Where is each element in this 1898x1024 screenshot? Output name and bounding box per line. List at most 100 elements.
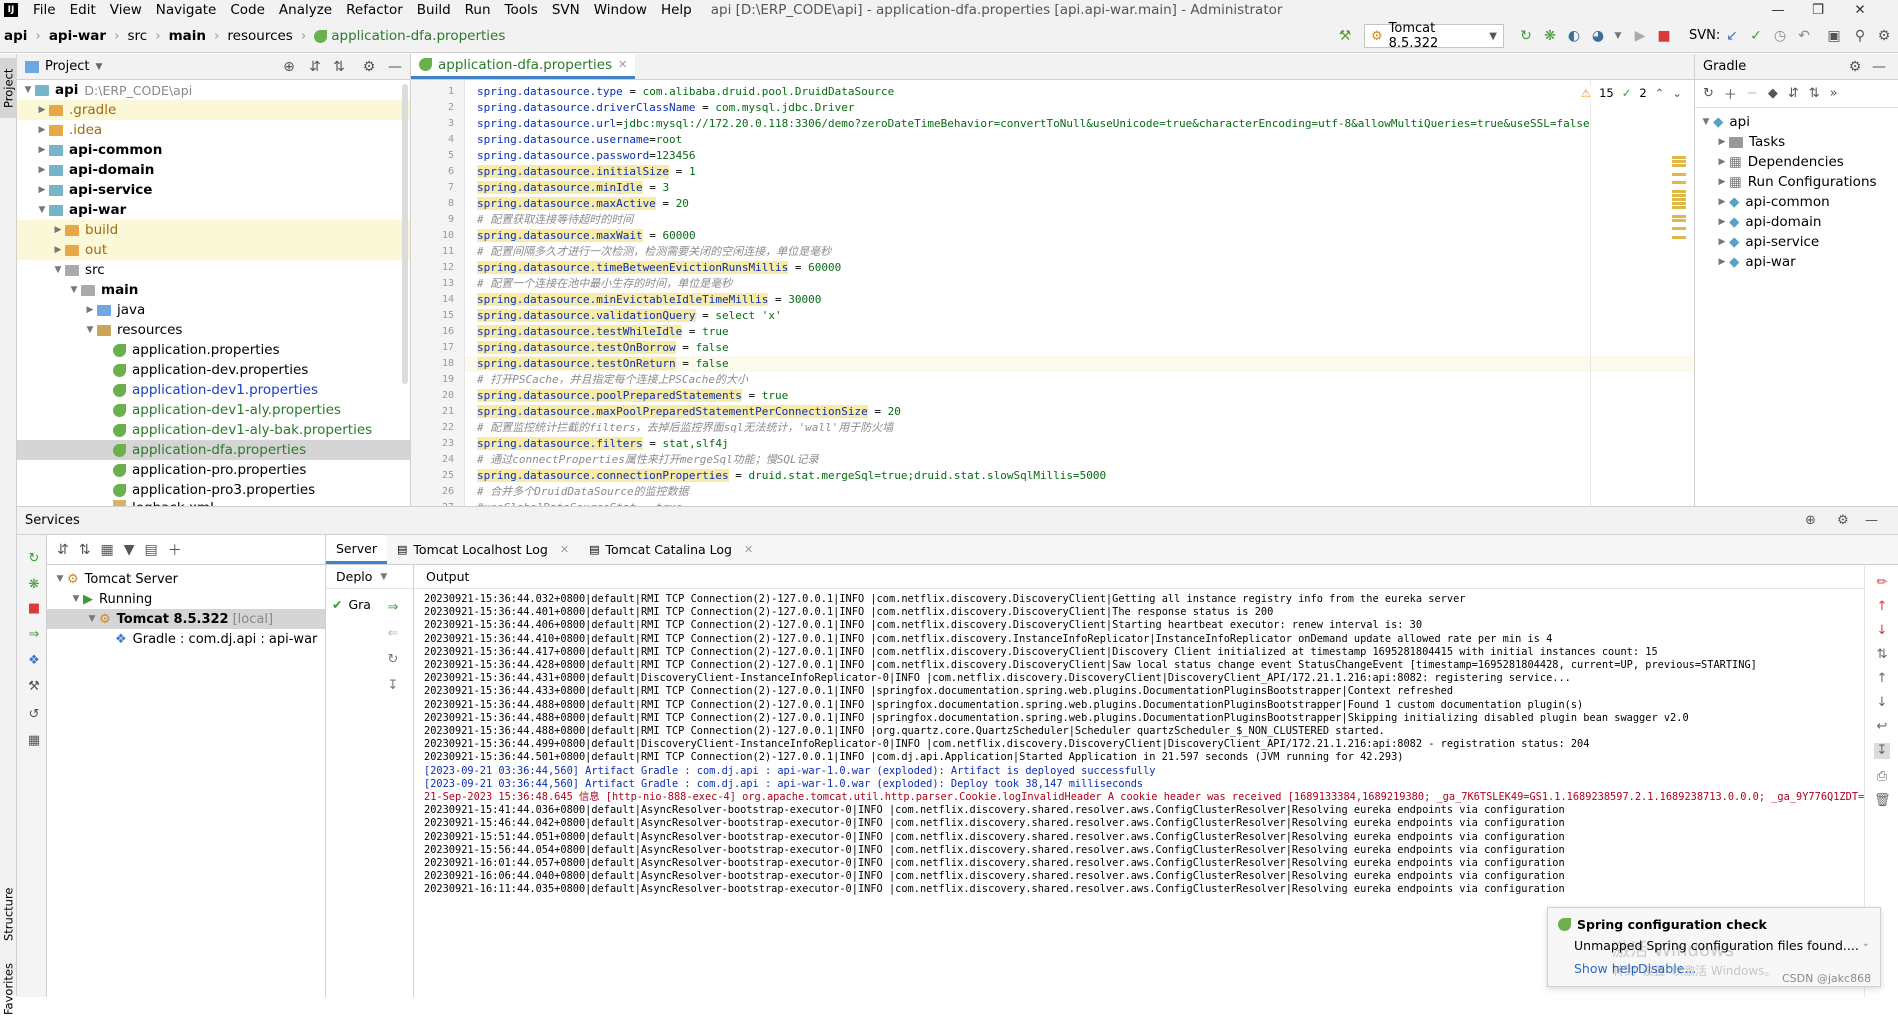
sort-icon[interactable]: ⇅ (1874, 647, 1890, 663)
service-artifact[interactable]: ❖ Gradle : com.dj.api : api-war (47, 629, 325, 649)
scroll-to-end-icon[interactable]: ↧ (1874, 743, 1890, 759)
tree-row-build[interactable]: ▶ build (17, 220, 410, 240)
menu-refactor[interactable]: Refactor (339, 0, 410, 20)
close-tab-icon[interactable]: ✕ (744, 543, 753, 556)
gradle-item-run-configurations[interactable]: ▶ ▦ Run Configurations (1695, 172, 1898, 192)
hide-panel-icon[interactable]: — (1865, 513, 1878, 528)
gear-icon[interactable]: ⚙ (361, 59, 377, 75)
profile-icon[interactable]: ◕ (1590, 28, 1606, 44)
warning-stripe-mark[interactable] (1672, 198, 1686, 201)
gradle-item-api-common[interactable]: ▶ ◆ api-common (1695, 192, 1898, 212)
menu-svn[interactable]: SVN (545, 0, 587, 20)
svn-update-icon[interactable]: ↙ (1724, 28, 1740, 44)
menu-run[interactable]: Run (458, 0, 498, 20)
stop-icon[interactable]: ■ (1656, 28, 1672, 44)
tab-localhost-log[interactable]: ▤ Tomcat Localhost Log ✕ (387, 535, 579, 564)
gear-icon[interactable]: ⚙ (1847, 59, 1863, 75)
expand-all-icon[interactable]: ⇵ (1788, 86, 1799, 101)
menu-file[interactable]: File (26, 0, 63, 20)
tree-scrollbar[interactable] (402, 84, 408, 384)
more-icon[interactable]: » (1830, 86, 1838, 101)
svn-history-icon[interactable]: ◷ (1772, 28, 1788, 44)
service-tomcat-instance[interactable]: ▼ ⚙ Tomcat 8.5.322 [local] (47, 609, 325, 629)
filter-icon[interactable]: ▼ (124, 542, 135, 558)
search-everywhere-icon[interactable]: ⚲ (1852, 28, 1868, 44)
warning-stripe-mark[interactable] (1672, 193, 1686, 197)
tree-row-java[interactable]: ▶ java (17, 300, 410, 320)
gradle-item-api-service[interactable]: ▶ ◆ api-service (1695, 232, 1898, 252)
expand-all-icon[interactable]: ⇵ (307, 59, 323, 75)
warning-stripe-mark[interactable] (1672, 235, 1686, 239)
menu-view[interactable]: View (103, 0, 149, 20)
tree-row-api-domain[interactable]: ▶ api-domain (17, 160, 410, 180)
stop-icon[interactable]: ■ (26, 601, 42, 617)
print-icon[interactable]: ⎙ (1874, 769, 1890, 785)
warning-stripe-mark[interactable] (1672, 206, 1686, 210)
chevron-down-icon[interactable]: ▼ (95, 62, 102, 72)
rerun-icon[interactable]: ↻ (1518, 28, 1534, 44)
tree-row-out[interactable]: ▶ out (17, 240, 410, 260)
breadcrumb-file[interactable]: application-dfa.properties (310, 28, 509, 44)
expand-all-icon[interactable]: ⇵ (57, 542, 69, 558)
collapse-all-icon[interactable]: ⇅ (1809, 86, 1820, 101)
tree-row-gradle[interactable]: ▶ .gradle (17, 100, 410, 120)
restore-icon[interactable]: ❐ (1798, 0, 1838, 20)
code-area[interactable]: spring.datasource.type = com.alibaba.dru… (465, 80, 1694, 506)
warning-stripe-mark[interactable] (1672, 214, 1686, 218)
service-tomcat-server[interactable]: ▼ ⚙ Tomcat Server (47, 569, 325, 589)
undeploy-icon[interactable]: ⇐ (378, 621, 408, 647)
down-arrow-icon[interactable]: ↓ (1874, 623, 1890, 639)
build-hammer-icon[interactable]: ⚒ (1337, 28, 1353, 44)
warning-stripe-mark[interactable] (1672, 164, 1686, 168)
menu-code[interactable]: Code (223, 0, 272, 20)
tree-row-api-common[interactable]: ▶ api-common (17, 140, 410, 160)
scroll-down-icon[interactable]: ↓ (1874, 695, 1890, 711)
new-tab-icon[interactable]: ▤ (144, 542, 157, 558)
wrench-icon[interactable]: ⚒ (26, 679, 42, 695)
breadcrumb-api-war[interactable]: api-war › (45, 28, 124, 44)
close-tab-icon[interactable]: ✕ (560, 543, 569, 556)
clear-all-icon[interactable]: ✏ (1874, 575, 1890, 591)
debug-bug-icon[interactable]: ❋ (26, 577, 42, 593)
refresh-icon[interactable]: ↺ (26, 707, 42, 723)
gradle-item-api-domain[interactable]: ▶ ◆ api-domain (1695, 212, 1898, 232)
warning-stripe-mark[interactable] (1672, 156, 1686, 159)
run-icon[interactable]: ▶ (1632, 28, 1648, 44)
warning-stripe-mark[interactable] (1672, 189, 1686, 193)
svn-revert-icon[interactable]: ↶ (1796, 28, 1812, 44)
menu-window[interactable]: Window (587, 0, 654, 20)
debug-bug-icon[interactable]: ❋ (1542, 28, 1558, 44)
tree-row-file[interactable]: application-dev1-aly.properties (17, 400, 410, 420)
tree-row-file[interactable]: application-dev1-aly-bak.properties (17, 420, 410, 440)
group-by-icon[interactable]: ▦ (100, 542, 113, 558)
favorites-tool-tab[interactable]: Favorites (0, 954, 17, 1024)
tree-row-src[interactable]: ▼ src (17, 260, 410, 280)
project-structure-icon[interactable]: ▣ (1826, 28, 1842, 44)
breadcrumb-resources[interactable]: resources › (223, 28, 310, 44)
minimize-icon[interactable]: — (1758, 0, 1798, 20)
chevron-down-icon[interactable]: ▼ (380, 572, 387, 582)
deploy-icon[interactable]: ⇒ (378, 595, 408, 621)
menu-analyze[interactable]: Analyze (272, 0, 339, 20)
deploy-icon[interactable]: ⇒ (26, 627, 42, 643)
warning-stripe-mark[interactable] (1672, 227, 1686, 231)
breadcrumb-src[interactable]: src › (123, 28, 164, 44)
gear-icon[interactable]: ⚙ (1837, 513, 1849, 528)
tree-row-file[interactable]: application-pro.properties (17, 460, 410, 480)
hide-panel-icon[interactable]: — (387, 59, 403, 75)
warning-stripe-mark[interactable] (1672, 202, 1686, 206)
tab-catalina-log[interactable]: ▤ Tomcat Catalina Log ✕ (579, 535, 763, 564)
update-app-icon[interactable]: ❖ (26, 653, 42, 669)
editor-tab-active[interactable]: application-dfa.properties ✕ (411, 53, 636, 79)
tree-row-file[interactable]: application.properties (17, 340, 410, 360)
inspection-widget[interactable]: ⚠ 15 ✓ 2 ⌃ ⌄ (1580, 86, 1682, 100)
menu-tools[interactable]: Tools (498, 0, 545, 20)
prev-highlight-icon[interactable]: ⌃ (1655, 86, 1665, 100)
coverage-icon[interactable]: ◐ (1566, 28, 1582, 44)
trash-icon[interactable]: 🗑 (1874, 793, 1891, 809)
remove-icon[interactable]: − (1747, 86, 1758, 101)
collapse-all-icon[interactable]: ⇅ (331, 59, 347, 75)
chevron-down-icon[interactable]: ⌄ (1862, 938, 1870, 949)
tree-row-api-war[interactable]: ▼ api-war (17, 200, 410, 220)
gradle-item-dependencies[interactable]: ▶ ▦ Dependencies (1695, 152, 1898, 172)
